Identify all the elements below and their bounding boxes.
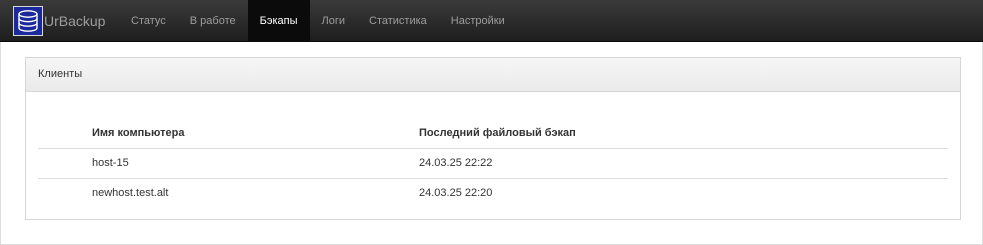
clients-panel: Клиенты Имя компьютера Последний файловы… <box>25 57 961 220</box>
main-nav: Статус В работе Бэкапы Логи Статистика Н… <box>119 0 517 42</box>
database-icon <box>13 6 43 36</box>
table-row[interactable]: host-15 24.03.25 22:22 <box>38 148 948 179</box>
brand-name: UrBackup <box>44 13 106 29</box>
tab-settings[interactable]: Настройки <box>439 0 517 42</box>
row-spacer <box>38 148 92 179</box>
last-backup-time: 24.03.25 22:20 <box>419 187 493 199</box>
brand[interactable]: UrBackup <box>13 5 105 37</box>
header-spacer <box>38 118 92 149</box>
column-header-computer-name[interactable]: Имя компьютера <box>92 118 419 149</box>
clients-table: Имя компьютера Последний файловый бэкап … <box>38 118 948 208</box>
table-header-row: Имя компьютера Последний файловый бэкап <box>38 118 948 149</box>
tab-in-progress[interactable]: В работе <box>178 0 248 42</box>
column-header-last-file-backup[interactable]: Последний файловый бэкап <box>419 118 948 149</box>
top-navbar: UrBackup Статус В работе Бэкапы Логи Ста… <box>0 0 983 42</box>
panel-title: Клиенты <box>26 58 960 92</box>
tab-backups[interactable]: Бэкапы <box>247 0 310 42</box>
row-spacer <box>38 179 92 209</box>
client-name[interactable]: host-15 <box>92 148 419 179</box>
tab-status[interactable]: Статус <box>119 0 178 42</box>
page-content: Клиенты Имя компьютера Последний файловы… <box>0 42 983 245</box>
tab-statistics[interactable]: Статистика <box>357 0 439 42</box>
tab-logs[interactable]: Логи <box>310 0 358 42</box>
client-name[interactable]: newhost.test.alt <box>92 179 419 209</box>
last-backup-time: 24.03.25 22:22 <box>419 148 948 179</box>
table-row[interactable]: newhost.test.alt 24.03.25 22:20 <box>38 179 948 209</box>
